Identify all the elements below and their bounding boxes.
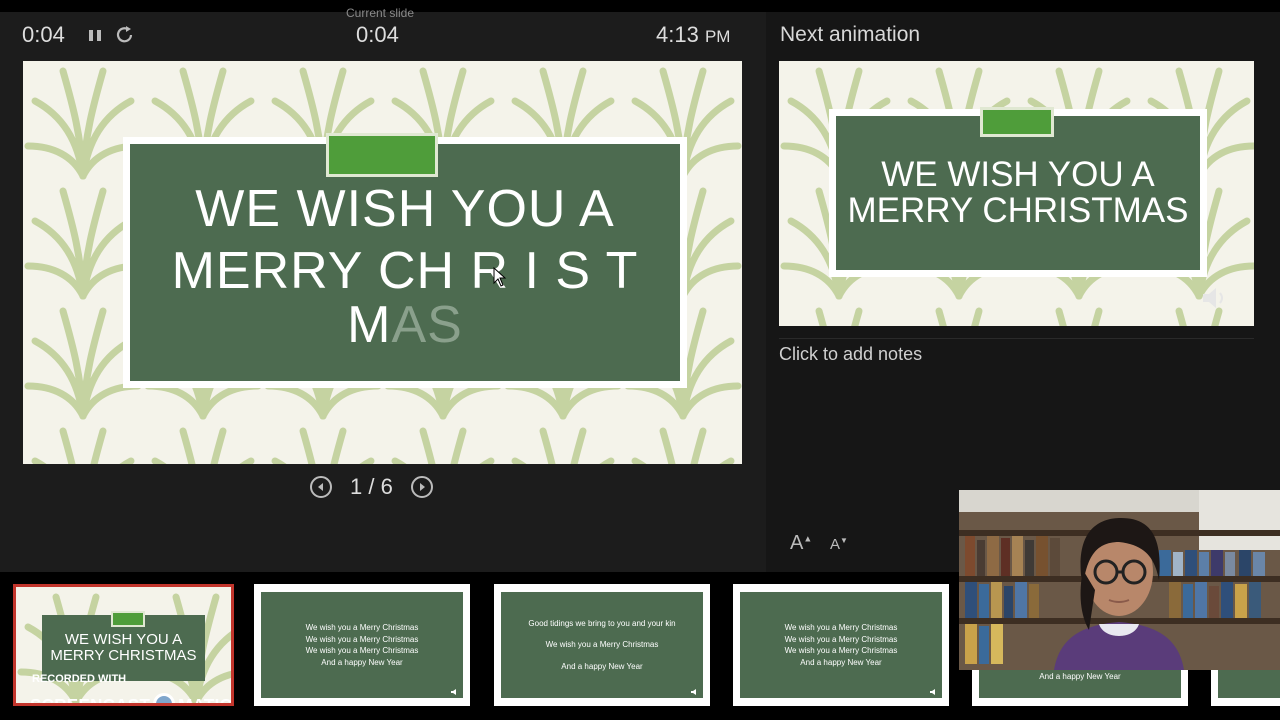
next-slide-button[interactable] xyxy=(410,476,433,498)
thumb4-box: We wish you a Merry Christmas We wish yo… xyxy=(740,592,942,698)
thumbnail-slide-4[interactable]: We wish you a Merry Christmas We wish yo… xyxy=(733,584,949,706)
thumb2-line: We wish you a Merry Christmas xyxy=(305,646,419,655)
chevron-right-icon xyxy=(419,483,425,491)
font-decrease-label: A xyxy=(830,536,841,553)
title-tab-decoration xyxy=(326,133,438,177)
clock: 4:13 PM xyxy=(656,22,730,48)
thumb3-box: Good tidings we bring to you and your ki… xyxy=(501,592,703,698)
clock-ampm: PM xyxy=(704,27,731,46)
clock-time: 4:13 xyxy=(656,22,699,47)
decrease-font-button[interactable]: A▼ xyxy=(830,536,848,553)
thumbnail-slide-2[interactable]: We wish you a Merry Christmas We wish yo… xyxy=(254,584,470,706)
thumb2-line: We wish you a Merry Christmas xyxy=(305,634,419,644)
next-title-tab-decoration xyxy=(980,107,1054,137)
thumb3-line3: And a happy New Year xyxy=(561,661,643,671)
webcam-video xyxy=(959,490,1280,670)
increase-font-button[interactable]: A▲ xyxy=(790,532,812,555)
speaker-icon xyxy=(930,689,935,695)
thumb2-line: We wish you a Merry Christmas xyxy=(305,623,419,632)
speaker-icon xyxy=(691,689,696,695)
speaker-icon xyxy=(451,689,456,695)
speaker-notes[interactable]: Click to add notes xyxy=(779,344,922,365)
watermark-brand-right: MATIC xyxy=(178,695,233,706)
previous-slide-button[interactable] xyxy=(310,476,332,498)
thumb1-tab xyxy=(111,611,145,627)
thumb1-line1: WE WISH YOU A xyxy=(64,631,183,648)
slide-title-line2: MERRY CH R I S T MAS xyxy=(130,244,680,352)
font-increase-label: A xyxy=(790,532,804,554)
thumb1-line2: MERRY CHRISTMAS xyxy=(50,647,197,664)
webcam-overlay xyxy=(959,490,1280,670)
thumb2-box: We wish you a Merry Christmas We wish yo… xyxy=(261,592,463,698)
next-title-line1: WE WISH YOU A xyxy=(881,155,1155,194)
watermark-brand-left: SCREENCAST xyxy=(30,695,151,706)
thumb2-line: And a happy New Year xyxy=(321,657,403,667)
thumb5-last-line: And a happy New Year xyxy=(1039,671,1121,681)
thumb3-line2: We wish you a Merry Christmas xyxy=(545,640,659,650)
thumbnail-slide-3[interactable]: Good tidings we bring to you and your ki… xyxy=(494,584,710,706)
screencast-logo-icon xyxy=(153,693,176,703)
slide-counter: 1 / 6 xyxy=(350,474,393,499)
slide-title-line2-fading: AS xyxy=(391,295,463,354)
top-strip xyxy=(0,0,1280,12)
pause-icon[interactable] xyxy=(86,24,106,46)
slide-pager: 1 / 6 xyxy=(310,474,433,500)
current-slide-label: Current slide xyxy=(346,6,415,20)
thumb4-line: We wish you a Merry Christmas xyxy=(784,623,898,632)
chevron-left-icon xyxy=(318,483,323,491)
thumb3-line1: Good tidings we bring to you and your ki… xyxy=(528,618,676,628)
thumb4-line: And a happy New Year xyxy=(800,657,882,667)
thumb4-line: We wish you a Merry Christmas xyxy=(784,634,898,644)
watermark-logo: SCREENCAST MATIC xyxy=(30,693,233,706)
current-slide-preview[interactable]: WE WISH YOU A MERRY CH R I S T MAS xyxy=(23,61,742,464)
elapsed-time: 0:04 xyxy=(22,22,65,47)
reset-timer-icon[interactable] xyxy=(114,24,134,46)
slide-timer: 0:04 xyxy=(356,22,399,47)
next-title-line2: MERRY CHRISTMAS xyxy=(847,191,1189,230)
next-slide-preview[interactable]: WE WISH YOU A MERRY CHRISTMAS xyxy=(779,61,1254,326)
slide-title-line1: WE WISH YOU A xyxy=(195,179,615,238)
thumbnail-slide-1[interactable]: WE WISH YOU A MERRY CHRISTMAS RECORDED W… xyxy=(13,584,234,706)
watermark-recorded-with: RECORDED WITH xyxy=(32,673,127,685)
speaker-icon xyxy=(1203,288,1223,308)
mouse-cursor-icon xyxy=(493,267,507,287)
thumb4-line: We wish you a Merry Christmas xyxy=(784,646,898,655)
next-animation-title: Next animation xyxy=(780,23,921,46)
notes-divider xyxy=(779,338,1254,339)
